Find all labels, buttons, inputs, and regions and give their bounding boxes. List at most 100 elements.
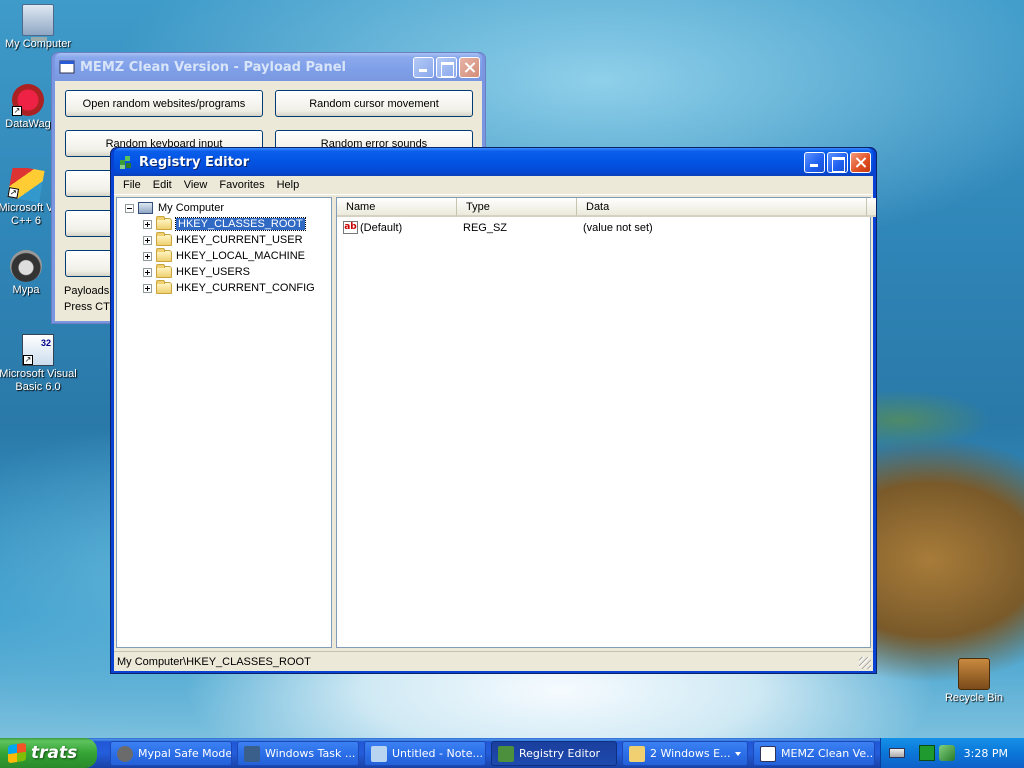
tree-node-label: HKEY_LOCAL_MACHINE	[176, 250, 305, 262]
value-data: (value not set)	[583, 221, 653, 234]
start-button[interactable]: trats	[0, 738, 97, 768]
task-label: 2 Windows E...	[650, 747, 731, 760]
value-row-name[interactable]: ab (Default)	[343, 219, 402, 236]
folder-icon	[156, 264, 172, 278]
task-memz[interactable]: MEMZ Clean Ve...	[753, 741, 875, 766]
desktop-icon-label: Microsoft V C++ 6	[0, 202, 54, 227]
desktop-icon-mypal[interactable]: Mypa	[0, 250, 54, 297]
taskbar: trats Mypal Safe Mode Windows Task ... U…	[0, 738, 1024, 768]
menu-help[interactable]: Help	[271, 179, 306, 191]
window-title: Registry Editor	[139, 154, 250, 170]
value-name: (Default)	[360, 221, 403, 234]
green-status-icon[interactable]	[919, 745, 935, 761]
start-label: trats	[31, 743, 78, 763]
task-label: Untitled - Note...	[392, 747, 484, 760]
registry-editor-window[interactable]: Registry Editor File Edit View Favorites…	[110, 147, 877, 674]
task-mypal[interactable]: Mypal Safe Mode	[110, 741, 232, 766]
desktop-icon-label: DataWag	[5, 118, 51, 130]
task-label: Registry Editor	[519, 747, 601, 760]
task-windows-explorer-group[interactable]: 2 Windows E...	[622, 741, 748, 766]
expand-icon[interactable]	[143, 235, 152, 245]
regedit-icon	[498, 745, 514, 762]
resize-grip-icon[interactable]	[859, 657, 871, 669]
network-icon[interactable]	[939, 745, 955, 761]
column-header-data[interactable]: Data	[577, 198, 867, 217]
folder-icon	[156, 216, 172, 230]
minimize-button[interactable]	[804, 151, 825, 173]
regedit-icon	[120, 156, 131, 169]
tree-node-hkey-current-config[interactable]: HKEY_CURRENT_CONFIG	[143, 280, 315, 296]
expand-icon[interactable]	[143, 251, 152, 261]
menu-view[interactable]: View	[178, 179, 214, 191]
desktop-icon-visual-cpp[interactable]: ↗ Microsoft V C++ 6	[0, 168, 54, 228]
key-tree[interactable]: My Computer HKEY_CLASSES_ROOT HKEY_CURRE…	[116, 197, 332, 648]
desktop-icon-label: Microsoft Visual Basic 6.0	[0, 368, 77, 393]
menu-file[interactable]: File	[117, 179, 147, 191]
shortcut-arrow-icon: ↗	[7, 187, 20, 199]
column-header-name[interactable]: Name	[337, 198, 457, 217]
close-button[interactable]	[850, 151, 871, 173]
folder-icon	[156, 248, 172, 262]
task-registry-editor[interactable]: Registry Editor	[491, 741, 617, 766]
datawag-icon: ↗	[12, 84, 44, 116]
tree-node-my-computer[interactable]: My Computer	[125, 200, 224, 216]
string-value-icon: ab	[343, 221, 358, 234]
maximize-button[interactable]	[436, 56, 457, 78]
memz-titlebar[interactable]: MEMZ Clean Version - Payload Panel	[55, 53, 482, 81]
clock[interactable]: 3:28 PM	[964, 747, 1008, 760]
task-label: Mypal Safe Mode	[138, 747, 232, 760]
window-title: MEMZ Clean Version - Payload Panel	[80, 59, 346, 75]
tree-node-label: HKEY_CURRENT_CONFIG	[176, 282, 315, 294]
close-button[interactable]	[459, 56, 480, 78]
desktop-icon-visual-basic[interactable]: ↗ Microsoft Visual Basic 6.0	[0, 334, 78, 394]
shortcut-arrow-icon: ↗	[23, 355, 33, 365]
maximize-button[interactable]	[827, 151, 848, 173]
tree-node-hkey-local-machine[interactable]: HKEY_LOCAL_MACHINE	[143, 248, 305, 264]
regedit-titlebar[interactable]: Registry Editor	[114, 148, 873, 176]
panes: My Computer HKEY_CLASSES_ROOT HKEY_CURRE…	[116, 197, 876, 648]
desktop-icon-label: Mypa	[12, 284, 40, 296]
minimize-button[interactable]	[413, 56, 434, 78]
column-header-filler	[867, 198, 876, 217]
shortcut-arrow-icon: ↗	[12, 106, 22, 116]
payloads-label: Payloads	[64, 285, 110, 297]
tree-node-label: HKEY_CLASSES_ROOT	[175, 217, 306, 231]
cursor-movement-button[interactable]: Random cursor movement	[275, 90, 473, 117]
expand-icon[interactable]	[143, 219, 152, 229]
desktop-icon-recycle-bin[interactable]: Recycle Bin	[934, 658, 1014, 705]
open-websites-button[interactable]: Open random websites/programs	[65, 90, 263, 117]
values-list[interactable]: Name Type Data ab (Default) REG_SZ (valu…	[336, 197, 876, 648]
computer-icon	[22, 4, 54, 41]
menu-favorites[interactable]: Favorites	[213, 179, 270, 191]
tree-node-hkey-current-user[interactable]: HKEY_CURRENT_USER	[143, 232, 303, 248]
tree-node-hkey-users[interactable]: HKEY_USERS	[143, 264, 250, 280]
expand-icon[interactable]	[143, 283, 152, 293]
task-task-manager[interactable]: Windows Task ...	[237, 741, 359, 766]
collapse-icon[interactable]	[125, 203, 134, 213]
status-bar: My Computer\HKEY_CLASSES_ROOT	[114, 651, 873, 671]
mypal-icon	[117, 745, 133, 762]
desktop-icon-datawag[interactable]: ↗ DataWag	[0, 84, 58, 131]
recycle-bin-icon	[958, 658, 990, 690]
notepad-icon	[371, 745, 387, 762]
computer-icon	[138, 202, 153, 214]
menu-bar: File Edit View Favorites Help	[114, 176, 873, 195]
regedit-client: File Edit View Favorites Help My Compute…	[114, 176, 876, 671]
keyboard-icon[interactable]	[889, 748, 905, 758]
tree-node-hkey-classes-root[interactable]: HKEY_CLASSES_ROOT	[143, 216, 306, 232]
task-notepad[interactable]: Untitled - Note...	[364, 741, 486, 766]
system-tray: 3:28 PM	[880, 738, 1024, 768]
expand-icon[interactable]	[143, 267, 152, 277]
desktop-icon-my-computer[interactable]: My Computer	[0, 4, 78, 51]
visual-cpp-icon: ↗	[7, 168, 45, 203]
folder-icon	[156, 232, 172, 246]
tree-node-label: HKEY_CURRENT_USER	[176, 234, 303, 246]
window-icon	[760, 745, 776, 762]
tree-node-label: HKEY_USERS	[176, 266, 250, 278]
task-label: Windows Task ...	[265, 747, 356, 760]
tree-node-label: My Computer	[158, 202, 225, 214]
column-header-type[interactable]: Type	[457, 198, 577, 217]
desktop-icon-label: Recycle Bin	[944, 692, 1004, 704]
windows-logo-icon	[8, 742, 26, 764]
menu-edit[interactable]: Edit	[147, 179, 178, 191]
